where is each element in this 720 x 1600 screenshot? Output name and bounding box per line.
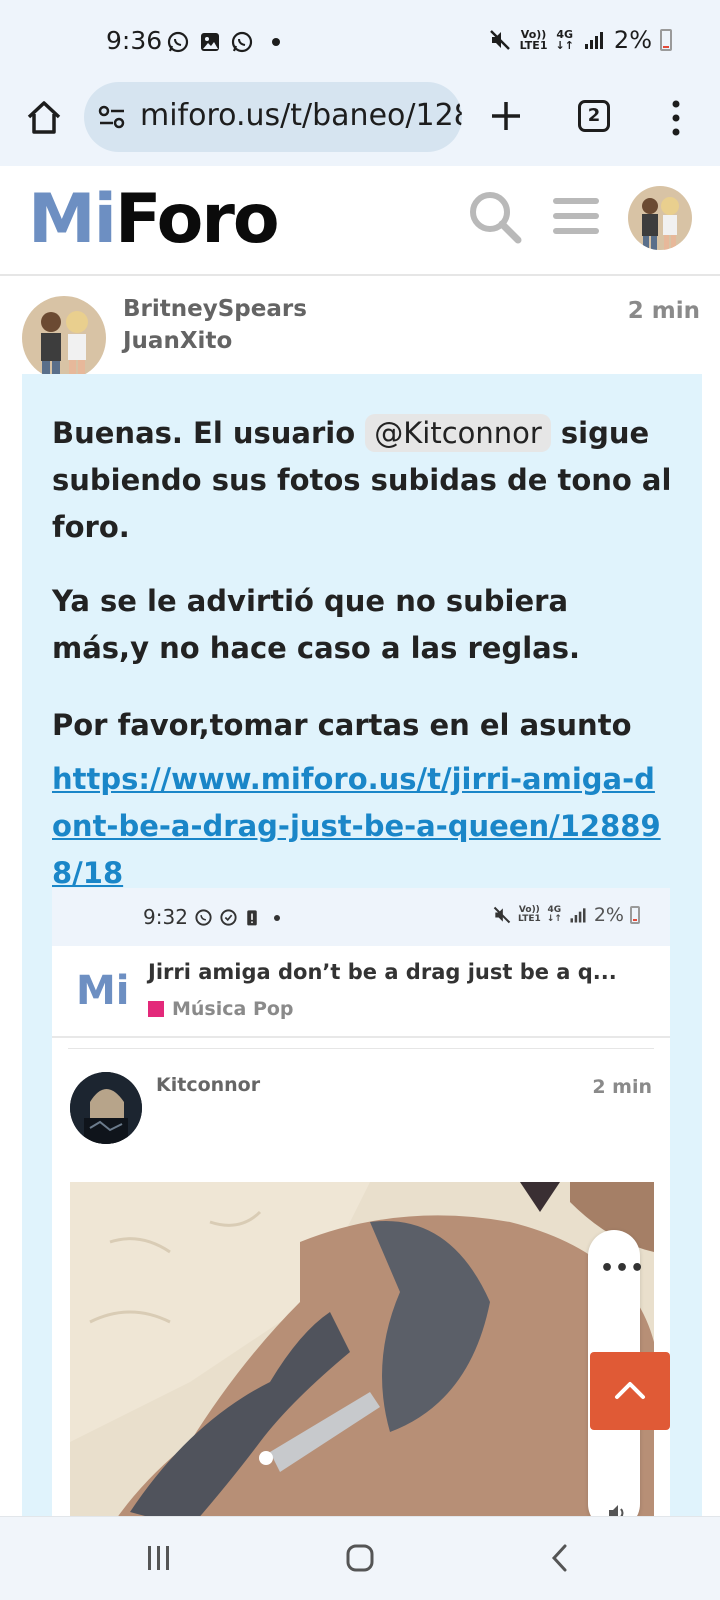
scroll-to-top-button[interactable] [590,1352,670,1430]
embedded-system-icons: Vo)) LTE1 4G ↓↑ 2% [492,904,640,926]
embedded-notification-icons [194,908,280,927]
more-notifications-dot [274,914,280,921]
embedded-screenshot[interactable]: 9:32 Vo)) LTE1 4G ↓↑ 2% Mi Jirri amiga don… [52,888,670,1524]
more-notifications-dot [272,38,280,46]
signal-icon [584,32,603,49]
status-time: 9:36 [106,26,163,55]
embedded-status-time: 9:32 [143,905,188,929]
system-navigation-bar [0,1516,720,1600]
post-timestamp[interactable]: 2 min [628,298,700,324]
browser-toolbar: miforo.us/t/baneo/128 2 [0,82,720,166]
user-mention[interactable]: @Kitconnor [365,414,551,452]
back-icon[interactable] [550,1543,570,1573]
search-icon[interactable] [466,188,524,246]
post-author-name[interactable]: BritneySpears [123,296,307,322]
post-paragraph-1: Buenas. El usuario @Kitconnor sigue subi… [52,410,672,551]
embedded-net-type: 4G ↓↑ [547,906,562,924]
hamburger-menu-icon[interactable] [553,196,599,236]
chevron-up-icon [615,1382,645,1399]
embedded-logo: Mi [76,968,130,1014]
lte-label: LTE1 [517,914,541,924]
embedded-post-time: 2 min [592,1076,652,1098]
volte-indicator: Vo)) LTE1 [520,29,548,51]
net-type-indicator: 4G ↓↑ [555,29,573,51]
embedded-battery-percent: 2% [593,904,624,926]
embedded-author-avatar [70,1072,142,1144]
embedded-topic-title: Jirri amiga don’t be a drag just be a q.… [148,960,617,984]
tab-switcher-button[interactable]: 2 [578,100,610,132]
post-author-username[interactable]: JuanXito [123,328,232,354]
battery-icon [660,29,672,51]
embedded-author-name: Kitconnor [156,1074,261,1096]
notification-icons [166,30,280,54]
topic-link[interactable]: https://www.miforo.us/t/jirri-amiga-dont… [52,756,672,897]
lte-label: LTE1 [519,39,548,52]
user-avatar[interactable] [628,186,692,250]
category-name: Música Pop [172,998,294,1020]
whatsapp-icon [231,31,253,53]
gallery-icon [201,33,219,51]
home-nav-icon[interactable] [345,1543,375,1573]
data-arrows-icon: ↓↑ [555,39,574,52]
divider [68,1048,654,1049]
logo-mi: Mi [28,180,117,259]
battery-icon [630,906,640,924]
sync-icon [220,909,237,926]
battery-percent: 2% [613,26,652,54]
post-paragraph-2: Ya se le advirtió que no subiera más,y n… [52,584,580,665]
embedded-status-bar: 9:32 Vo)) LTE1 4G ↓↑ 2% [52,888,670,946]
new-tab-icon[interactable] [488,98,524,134]
recent-apps-icon[interactable] [146,1545,172,1571]
para1-start: Buenas. El usuario [52,416,366,450]
mute-icon [489,30,510,50]
signal-icon [570,908,586,923]
data-arrows-icon: ↓↑ [546,914,562,924]
site-header: MiForo [0,166,720,276]
address-bar[interactable]: miforo.us/t/baneo/128 [84,82,462,152]
mute-icon [493,906,511,924]
site-logo[interactable]: MiForo [28,180,280,259]
more-options-icon[interactable]: ••• [600,1256,645,1281]
whatsapp-icon [167,31,189,53]
embedded-topic-header: Mi Jirri amiga don’t be a drag just be a… [52,946,670,1038]
system-icons: Vo)) LTE1 4G ↓↑ 2% [488,26,672,54]
embedded-category: Música Pop [148,998,294,1020]
overflow-menu-icon[interactable] [670,98,682,138]
logo-foro: Foro [114,180,280,259]
post-author-avatar[interactable] [22,296,106,380]
battery-alert-icon [247,910,257,926]
status-bar: 9:36 Vo)) LTE1 4G ↓↑ 2% [0,0,720,82]
embedded-photo [70,1182,654,1524]
site-settings-icon[interactable] [98,104,126,130]
home-icon[interactable] [24,98,64,138]
url-text[interactable]: miforo.us/t/baneo/128 [140,98,462,133]
whatsapp-icon [195,909,212,926]
embedded-volte-indicator: Vo)) LTE1 [518,906,541,924]
category-color-badge [148,1001,164,1017]
post-paragraph-3: Por favor,tomar cartas en el asunto [52,708,632,742]
